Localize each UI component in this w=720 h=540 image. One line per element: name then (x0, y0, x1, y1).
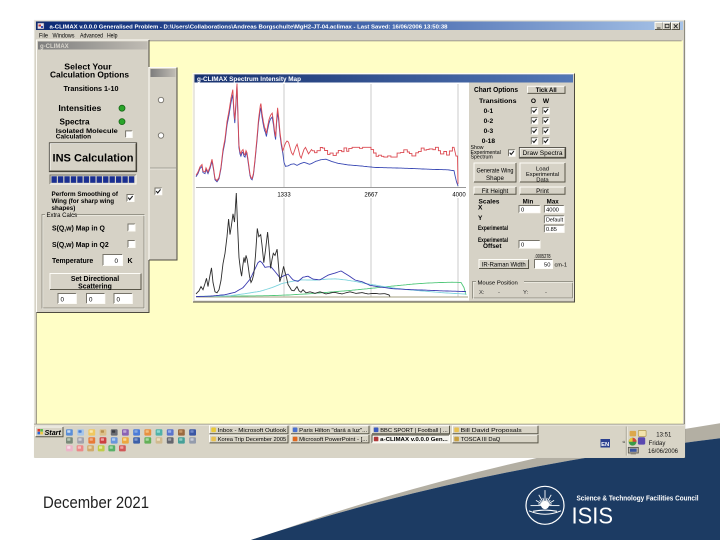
svg-text:0: 0 (89, 297, 93, 304)
svg-text:W: W (543, 98, 550, 105)
svg-text:Microsoft PowerPoint - [...: Microsoft PowerPoint - [... (299, 437, 367, 443)
svg-text:16/06/2006: 16/06/2006 (648, 449, 679, 455)
svg-text:Mouse Position: Mouse Position (478, 280, 518, 286)
svg-text:Windows: Windows (53, 34, 75, 40)
svg-text:Bill David Proposals: Bill David Proposals (461, 428, 522, 434)
svg-text:4000: 4000 (452, 193, 466, 199)
svg-text:Set Directional: Set Directional (71, 276, 119, 283)
svg-text:Advanced: Advanced (80, 34, 103, 40)
svg-text:Y: Y (478, 215, 483, 222)
svg-text:Data: Data (536, 177, 549, 183)
svg-text:Scattering: Scattering (78, 284, 112, 291)
svg-text:Help: Help (107, 34, 118, 40)
svg-text:a-CLIMAX v.0.0.0 Generalised P: a-CLIMAX v.0.0.0 Generalised Problem - D… (50, 24, 448, 30)
svg-text:.0005278: .0005278 (535, 254, 551, 260)
svg-text:0: 0 (117, 297, 121, 304)
svg-text:cm-1: cm-1 (555, 263, 567, 269)
svg-text:O: O (531, 98, 536, 105)
svg-text:0-1: 0-1 (484, 108, 494, 115)
svg-text:Transitions: Transitions (479, 98, 517, 105)
svg-text:g-CLIMAX: g-CLIMAX (40, 44, 69, 50)
svg-text:Print: Print (536, 188, 549, 195)
svg-text:INS Calculation: INS Calculation (53, 153, 134, 165)
svg-text:0-3: 0-3 (484, 128, 494, 135)
svg-text:Spectrum: Spectrum (471, 155, 493, 161)
svg-text:Experimental: Experimental (478, 225, 508, 232)
svg-text:Start: Start (45, 428, 62, 437)
svg-text:Generate Wing: Generate Wing (477, 168, 514, 175)
svg-text:Wing (for sharp wing: Wing (for sharp wing (52, 198, 115, 205)
svg-text:Calculation Options: Calculation Options (50, 70, 129, 80)
svg-text:Extra Calcs: Extra Calcs (47, 213, 78, 219)
svg-text:0.85: 0.85 (546, 227, 557, 233)
svg-text:Max: Max (547, 198, 560, 205)
svg-text:13:51: 13:51 (656, 432, 672, 438)
svg-text:Friday: Friday (649, 441, 666, 447)
svg-text:BBC SPORT | Football | ...: BBC SPORT | Football | ... (380, 428, 448, 434)
svg-text:Offset: Offset (483, 243, 502, 250)
svg-text:Y:: Y: (523, 290, 529, 296)
svg-text:X: X (478, 205, 483, 212)
svg-text:Transitions 1-10: Transitions 1-10 (64, 86, 119, 93)
svg-text:Draw Spectra: Draw Spectra (523, 150, 564, 157)
svg-text:K: K (128, 258, 133, 265)
svg-text:December 2021: December 2021 (43, 493, 149, 512)
svg-text:0: 0 (521, 243, 524, 249)
svg-text:2667: 2667 (364, 193, 378, 199)
svg-text:Calculation: Calculation (56, 134, 91, 141)
svg-text:IR-Raman Width: IR-Raman Width (482, 262, 526, 268)
svg-text:Korea Trip December 2005: Korea Trip December 2005 (218, 437, 287, 443)
svg-text:ISIS: ISIS (572, 503, 614, 529)
svg-text:Fit Height: Fit Height (482, 188, 509, 195)
svg-text:Inbox - Microsoft Outlook: Inbox - Microsoft Outlook (218, 428, 287, 434)
svg-text:TOSCA III DaQ: TOSCA III DaQ (461, 437, 501, 443)
svg-text:0: 0 (521, 208, 524, 214)
svg-text:Shape: Shape (486, 175, 504, 182)
svg-text:File: File (39, 34, 49, 40)
svg-text:Default: Default (546, 218, 564, 224)
svg-text:Chart Options: Chart Options (474, 87, 518, 94)
svg-text:S(Q,w) Map in Q: S(Q,w) Map in Q (52, 226, 105, 233)
svg-text:Paris Hilton "dará a luz"...: Paris Hilton "dará a luz"... (299, 428, 367, 434)
svg-text:4000: 4000 (546, 208, 559, 214)
svg-text:Temperature: Temperature (52, 258, 93, 265)
svg-text:50: 50 (544, 263, 550, 269)
svg-text:0-2: 0-2 (484, 118, 494, 125)
svg-text:EN: EN (601, 442, 609, 448)
svg-text:X:: X: (479, 290, 485, 296)
svg-text:Intensities: Intensities (58, 103, 101, 113)
svg-text:g-CLIMAX Spectrum Intensity Ma: g-CLIMAX Spectrum Intensity Map (197, 76, 301, 83)
svg-text:Min: Min (523, 198, 534, 205)
svg-text:-: - (545, 290, 547, 296)
svg-text:0-18: 0-18 (482, 138, 496, 145)
svg-text:a-CLIMAX v.0.0.0 Gen...: a-CLIMAX v.0.0.0 Gen... (380, 437, 448, 443)
svg-text:0: 0 (115, 258, 119, 265)
svg-text:0: 0 (61, 297, 65, 304)
svg-text:shapes): shapes) (52, 205, 76, 212)
svg-text:Perform Smoothing of: Perform Smoothing of (52, 191, 119, 198)
svg-text:S(Q,w) Map in Q2: S(Q,w) Map in Q2 (52, 242, 109, 249)
svg-text:«: « (622, 440, 625, 446)
svg-text:Tick All: Tick All (536, 88, 557, 94)
svg-text:-: - (498, 290, 500, 296)
svg-text:Science & Technology Facilitie: Science & Technology Facilities Council (577, 496, 699, 503)
svg-text:1333: 1333 (277, 193, 291, 199)
svg-text:Spectra: Spectra (60, 117, 90, 127)
